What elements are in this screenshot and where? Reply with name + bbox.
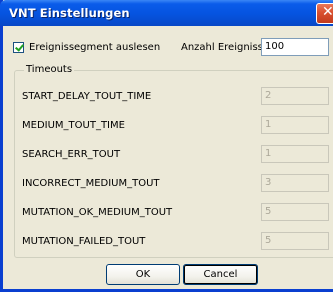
timeout-input[interactable]: 2 <box>261 87 329 105</box>
timeout-label: MUTATION_OK_MEDIUM_TOUT <box>22 207 173 218</box>
timeout-label: MUTATION_FAILED_TOUT <box>22 236 146 247</box>
timeout-label: MEDIUM_TOUT_TIME <box>22 120 125 131</box>
close-button[interactable]: ✕ <box>316 3 333 24</box>
close-icon: ✕ <box>322 4 333 20</box>
timeout-label: INCORRECT_MEDIUM_TOUT <box>22 178 160 189</box>
read-segment-label: Ereignissegment auslesen <box>29 42 161 53</box>
timeout-input[interactable]: 1 <box>261 116 329 134</box>
settings-dialog: VNT Einstellungen ✕ Ereignissegment ausl… <box>0 0 333 292</box>
timeout-input[interactable]: 5 <box>261 232 329 250</box>
event-count-input[interactable]: 100 <box>261 38 329 56</box>
ok-button[interactable]: OK <box>106 264 180 285</box>
cancel-button[interactable]: Cancel <box>183 264 258 285</box>
timeout-input[interactable]: 3 <box>261 174 329 192</box>
window-title: VNT Einstellungen <box>9 6 130 20</box>
timeouts-group-label: Timeouts <box>24 64 75 75</box>
timeout-label: START_DELAY_TOUT_TIME <box>22 91 152 102</box>
timeout-input[interactable]: 5 <box>261 203 329 221</box>
event-count-label: Anzahl Ereignisse <box>181 42 270 53</box>
read-segment-checkbox[interactable] <box>13 42 24 53</box>
title-bar[interactable]: VNT Einstellungen ✕ <box>0 0 333 26</box>
timeout-input[interactable]: 1 <box>261 145 329 163</box>
timeout-label: SEARCH_ERR_TOUT <box>22 149 121 160</box>
